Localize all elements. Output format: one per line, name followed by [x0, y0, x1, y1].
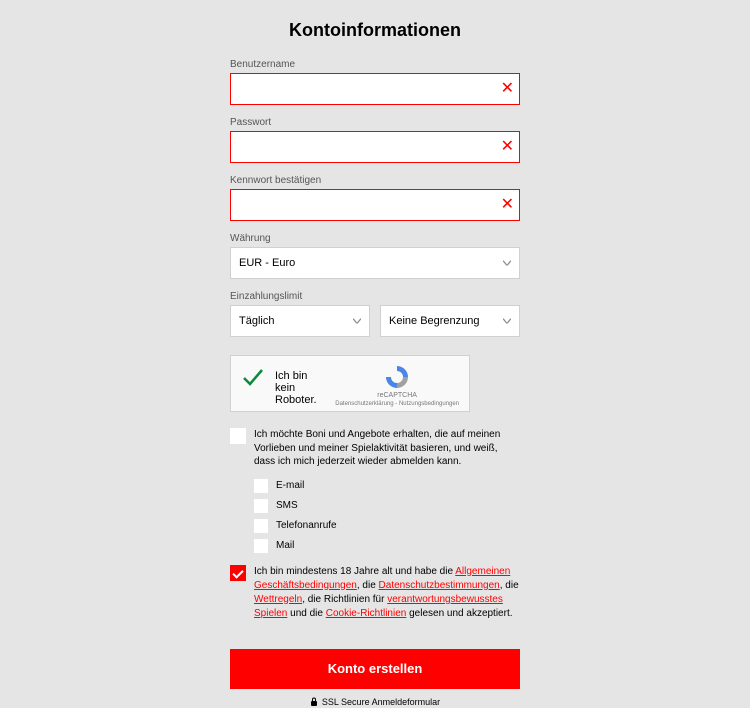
deposit-limit-value: Keine Begrenzung [389, 315, 480, 327]
checkmark-icon [241, 366, 265, 390]
currency-value: EUR - Euro [239, 257, 295, 269]
currency-label: Währung [230, 233, 520, 244]
chevron-down-icon [353, 319, 361, 324]
recaptcha-badge: reCAPTCHA Datenschutzerklärung - Nutzung… [335, 364, 459, 407]
cookie-policy-link[interactable]: Cookie-Richtlinien [326, 608, 407, 619]
email-label: E-mail [276, 480, 304, 491]
create-account-button[interactable]: Konto erstellen [230, 649, 520, 689]
clear-icon[interactable]: ✕ [501, 81, 514, 97]
phone-checkbox[interactable] [254, 519, 268, 533]
username-input[interactable] [230, 73, 520, 105]
clear-icon[interactable]: ✕ [501, 197, 514, 213]
lock-icon [310, 697, 318, 708]
ssl-label: SSL Secure Anmeldeformular [322, 697, 440, 707]
deposit-period-value: Täglich [239, 315, 274, 327]
confirm-password-input[interactable] [230, 189, 520, 221]
phone-label: Telefonanrufe [276, 520, 337, 531]
privacy-link[interactable]: Datenschutzbestimmungen [379, 580, 500, 591]
deposit-limit-label: Einzahlungslimit [230, 291, 520, 302]
terms-text: Ich bin mindestens 18 Jahre alt und habe… [254, 565, 520, 621]
betting-rules-link[interactable]: Wettregeln [254, 594, 302, 605]
sms-checkbox[interactable] [254, 499, 268, 513]
deposit-period-select[interactable]: Täglich [230, 305, 370, 337]
chevron-down-icon [503, 261, 511, 266]
recaptcha-widget[interactable]: Ich bin kein Roboter. reCAPTCHA Datensch… [230, 355, 470, 412]
password-label: Passwort [230, 117, 520, 128]
currency-select[interactable]: EUR - Euro [230, 247, 520, 279]
bonus-optin-checkbox[interactable] [230, 428, 246, 444]
password-input[interactable] [230, 131, 520, 163]
bonus-optin-label: Ich möchte Boni und Angebote erhalten, d… [254, 428, 520, 469]
recaptcha-label: Ich bin kein Roboter. [275, 364, 325, 406]
sms-label: SMS [276, 500, 298, 511]
page-title: Kontoinformationen [230, 20, 520, 41]
username-label: Benutzername [230, 59, 520, 70]
email-checkbox[interactable] [254, 479, 268, 493]
mail-label: Mail [276, 540, 294, 551]
terms-checkbox[interactable] [230, 565, 246, 581]
deposit-limit-select[interactable]: Keine Begrenzung [380, 305, 520, 337]
mail-checkbox[interactable] [254, 539, 268, 553]
clear-icon[interactable]: ✕ [501, 139, 514, 155]
confirm-password-label: Kennwort bestätigen [230, 175, 520, 186]
chevron-down-icon [503, 319, 511, 324]
